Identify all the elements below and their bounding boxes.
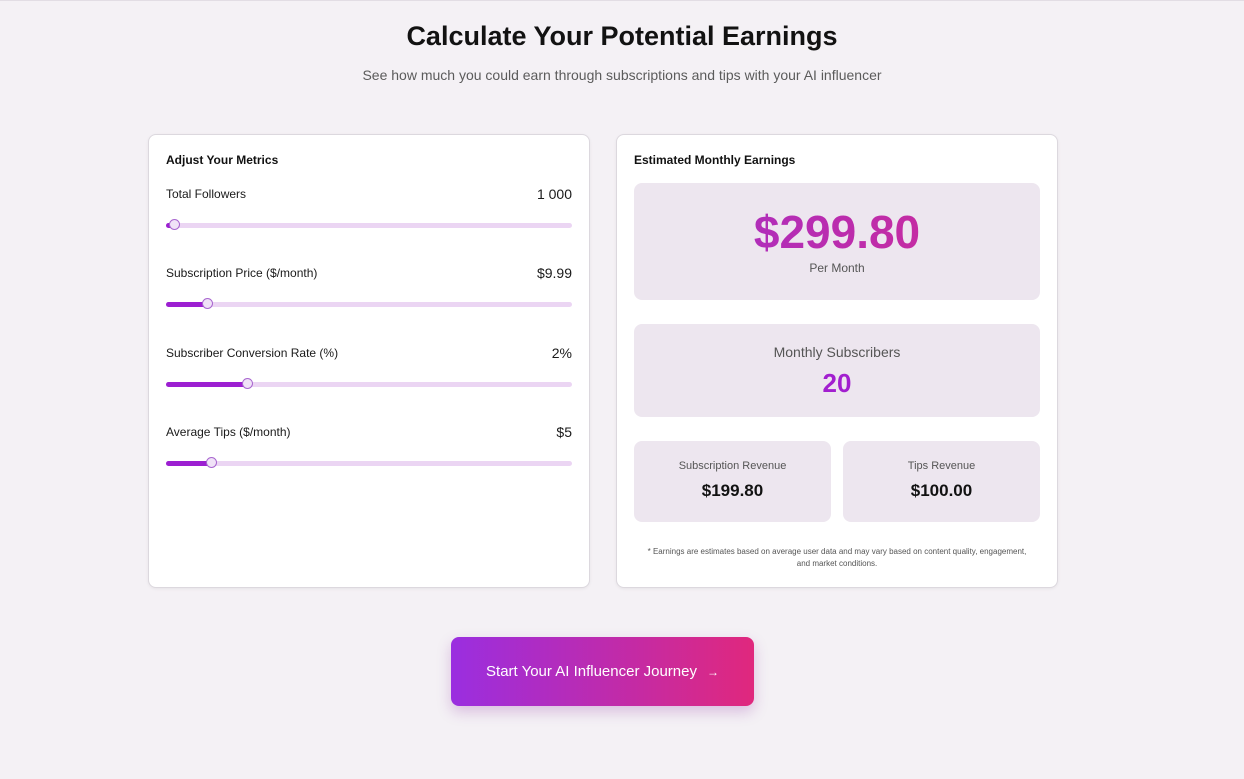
total-followers-slider[interactable]	[166, 219, 572, 230]
slider-fill	[166, 382, 248, 387]
page: Calculate Your Potential Earnings See ho…	[0, 0, 1244, 779]
average-tips-slider[interactable]	[166, 457, 572, 468]
monthly-subscribers-panel: Monthly Subscribers 20	[634, 324, 1040, 417]
metric-value: $9.99	[536, 265, 572, 281]
total-earnings-amount: $299.80	[634, 205, 1040, 259]
conversion-rate-slider[interactable]	[166, 378, 572, 389]
subscription-revenue-panel: Subscription Revenue $199.80	[634, 441, 831, 522]
metrics-card-title: Adjust Your Metrics	[166, 153, 279, 167]
metric-value: 1 000	[536, 186, 572, 202]
slider-thumb[interactable]	[205, 457, 217, 468]
earnings-card-title: Estimated Monthly Earnings	[634, 153, 796, 167]
slider-thumb[interactable]	[201, 298, 213, 309]
slider-fill	[166, 302, 207, 307]
page-subtitle: See how much you could earn through subs…	[362, 67, 882, 83]
metric-label: Average Tips ($/month)	[166, 425, 291, 439]
start-journey-button[interactable]: Start Your AI Influencer Journey →	[451, 637, 754, 706]
subscription-revenue-label: Subscription Revenue	[678, 460, 787, 472]
start-journey-label: Start Your AI Influencer Journey	[486, 663, 697, 680]
slider-thumb[interactable]	[242, 378, 254, 389]
metric-subscription-price: Subscription Price ($/month) $9.99	[166, 265, 572, 316]
arrow-right-icon: →	[706, 664, 719, 679]
metric-average-tips: Average Tips ($/month) $5	[166, 424, 572, 475]
page-title: Calculate Your Potential Earnings	[406, 21, 838, 51]
earnings-card: Estimated Monthly Earnings $299.80 Per M…	[616, 134, 1058, 588]
total-earnings-caption: Per Month	[809, 261, 865, 275]
earnings-disclaimer: * Earnings are estimates based on averag…	[647, 547, 1027, 568]
metric-value: $5	[556, 424, 572, 440]
subscription-revenue-value: $199.80	[701, 481, 764, 500]
tips-revenue-value: $100.00	[910, 481, 973, 500]
slider-thumb[interactable]	[169, 219, 181, 230]
metric-total-followers: Total Followers 1 000	[166, 186, 572, 237]
metric-conversion-rate: Subscriber Conversion Rate (%) 2%	[166, 345, 572, 396]
slider-fill	[166, 461, 211, 466]
monthly-subscribers-label: Monthly Subscribers	[773, 344, 901, 360]
metric-label: Subscription Price ($/month)	[166, 266, 318, 280]
tips-revenue-label: Tips Revenue	[907, 460, 976, 472]
total-earnings-panel: $299.80 Per Month	[634, 183, 1040, 300]
subscription-price-slider[interactable]	[166, 298, 572, 309]
monthly-subscribers-count: 20	[822, 368, 852, 398]
metric-value: 2%	[551, 345, 572, 361]
metric-label: Total Followers	[166, 187, 247, 201]
metric-label: Subscriber Conversion Rate (%)	[166, 346, 339, 360]
metrics-card: Adjust Your Metrics Total Followers 1 00…	[148, 134, 590, 588]
tips-revenue-panel: Tips Revenue $100.00	[843, 441, 1040, 522]
